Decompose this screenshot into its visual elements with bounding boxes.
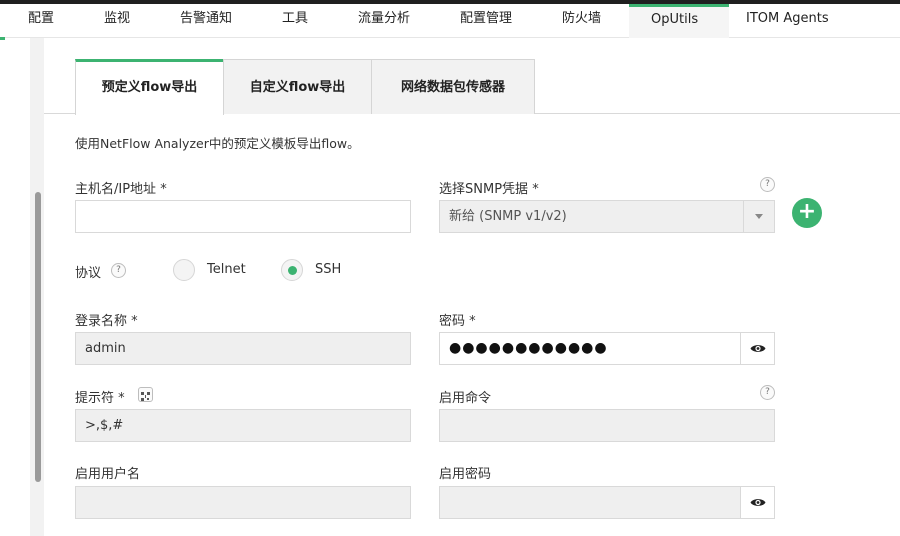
- telnet-radio[interactable]: [173, 259, 195, 281]
- password-input[interactable]: ●●●●●●●●●●●●: [439, 332, 775, 365]
- enable-command-input[interactable]: [439, 409, 775, 442]
- nav-item-config-management[interactable]: 配置管理: [460, 4, 512, 38]
- main-navigation: 配置 监视 告警通知 工具 流量分析 配置管理 防火墙 OpUtils ITOM…: [0, 4, 900, 40]
- login-label: 登录名称 *: [75, 314, 138, 329]
- enable-username-input[interactable]: [75, 486, 411, 519]
- enable-command-help-icon[interactable]: ?: [760, 385, 775, 400]
- ssh-label: SSH: [315, 262, 342, 277]
- host-input[interactable]: [75, 200, 411, 233]
- nav-item-oputils[interactable]: OpUtils: [629, 4, 729, 38]
- show-password-button[interactable]: [740, 333, 774, 364]
- ssh-radio[interactable]: [281, 259, 303, 281]
- scrollbar-thumb[interactable]: [35, 192, 41, 482]
- chevron-down-icon: [743, 201, 774, 232]
- nav-item-tools[interactable]: 工具: [282, 4, 308, 38]
- telnet-label: Telnet: [207, 262, 246, 277]
- prompt-label: 提示符 *: [75, 391, 125, 406]
- add-credential-button[interactable]: +: [792, 198, 822, 228]
- password-value: ●●●●●●●●●●●●: [449, 340, 608, 356]
- nav-active-marker: [0, 37, 5, 40]
- snmp-credential-select[interactable]: 新给 (SNMP v1/v2): [439, 200, 775, 233]
- eye-icon: [750, 499, 766, 506]
- enable-username-label: 启用用户名: [75, 467, 141, 482]
- tab-custom-flow-export[interactable]: 自定义flow导出: [223, 59, 372, 114]
- protocol-help-icon[interactable]: ?: [111, 263, 126, 278]
- nav-item-traffic-analysis[interactable]: 流量分析: [358, 4, 410, 38]
- grid-pattern-icon: [141, 392, 150, 401]
- prompt-input[interactable]: >,$,#: [75, 409, 411, 442]
- enable-password-label: 启用密码: [439, 467, 492, 482]
- nav-item-config[interactable]: 配置: [28, 4, 54, 38]
- nav-item-alarms[interactable]: 告警通知: [180, 4, 232, 38]
- enable-command-label: 启用命令: [439, 391, 492, 406]
- protocol-label: 协议: [75, 266, 102, 281]
- page-description: 使用NetFlow Analyzer中的预定义模板导出flow。: [75, 136, 360, 151]
- nav-item-firewall[interactable]: 防火墙: [562, 4, 601, 38]
- eye-icon: [750, 345, 766, 352]
- tab-predefined-flow-export[interactable]: 预定义flow导出: [75, 59, 224, 115]
- nav-item-monitor[interactable]: 监视: [104, 4, 130, 38]
- qr-code-icon[interactable]: [138, 387, 153, 402]
- login-input[interactable]: admin: [75, 332, 411, 365]
- enable-password-input[interactable]: [439, 486, 775, 519]
- show-enable-password-button[interactable]: [740, 487, 774, 518]
- tab-packet-sensor[interactable]: 网络数据包传感器: [371, 59, 535, 114]
- snmp-help-icon[interactable]: ?: [760, 177, 775, 192]
- snmp-selected-value: 新给 (SNMP v1/v2): [449, 209, 567, 224]
- host-label: 主机名/IP地址 *: [75, 182, 167, 197]
- snmp-credential-label: 选择SNMP凭据 *: [439, 182, 539, 197]
- nav-item-itom-agents[interactable]: ITOM Agents: [746, 4, 829, 38]
- password-label: 密码 *: [439, 314, 476, 329]
